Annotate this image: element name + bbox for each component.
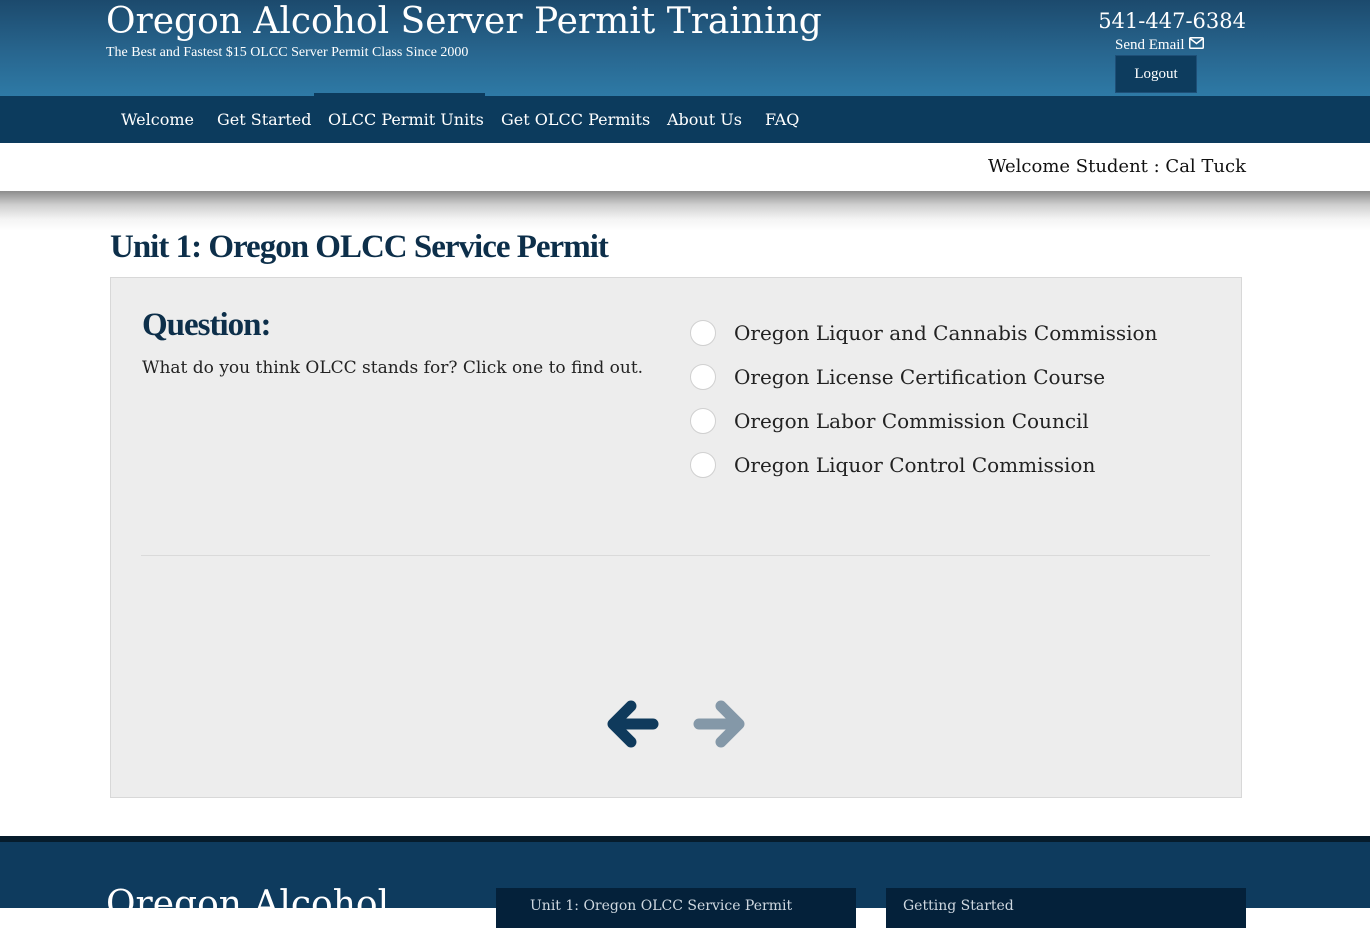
nav-item-get-started[interactable]: Get Started [217, 96, 311, 143]
answer-option-label: Oregon Labor Commission Council [734, 409, 1089, 433]
answer-option[interactable]: Oregon License Certification Course [690, 362, 1105, 392]
nav-item-faq[interactable]: FAQ [765, 96, 799, 143]
envelope-icon [1188, 37, 1204, 54]
arrow-right-icon[interactable] [693, 694, 749, 754]
answer-option[interactable]: Oregon Labor Commission Council [690, 406, 1089, 436]
question-card [110, 277, 1242, 798]
nav-item-get-olcc-permits[interactable]: Get OLCC Permits [501, 96, 650, 143]
question-text: What do you think OLCC stands for? Click… [142, 358, 644, 378]
answer-option-label: Oregon Liquor Control Commission [734, 453, 1096, 477]
unit-title: Unit 1: Oregon OLCC Service Permit [110, 229, 609, 265]
site-header: Oregon Alcohol Server Permit Training Th… [0, 0, 1370, 96]
answer-option-label: Oregon License Certification Course [734, 365, 1106, 389]
answer-option[interactable]: Oregon Liquor Control Commission [690, 450, 1095, 480]
nav-item-olcc-permit-units[interactable]: OLCC Permit Units [328, 96, 484, 143]
arrow-left-icon[interactable] [603, 694, 659, 754]
welcome-student-text: Welcome Student : Cal Tuck [987, 156, 1246, 177]
logout-button[interactable]: Logout [1115, 55, 1197, 93]
nav-active-indicator [314, 93, 485, 96]
card-divider [141, 555, 1210, 556]
send-email-label: Send Email [1115, 37, 1185, 53]
nav-item-welcome[interactable]: Welcome [121, 96, 194, 143]
radio-button[interactable] [690, 320, 716, 346]
answer-option[interactable]: Oregon Liquor and Cannabis Commission [690, 318, 1157, 348]
footer-title: Oregon Alcohol [106, 884, 390, 925]
radio-button[interactable] [690, 408, 716, 434]
radio-button[interactable] [690, 364, 716, 390]
footer-getting-started-text: Getting Started [903, 898, 1014, 914]
phone-number[interactable]: 541-447-6384 [1098, 9, 1246, 33]
site-title[interactable]: Oregon Alcohol Server Permit Training [106, 0, 822, 44]
radio-button[interactable] [690, 452, 716, 478]
nav-item-about-us[interactable]: About Us [667, 96, 742, 143]
send-email-link[interactable]: Send Email [1115, 37, 1204, 54]
footer-unit-box-text: Unit 1: Oregon OLCC Service Permit [530, 898, 793, 914]
site-tagline: The Best and Fastest $15 OLCC Server Per… [106, 45, 469, 60]
question-heading: Question: [142, 307, 272, 343]
shadow-divider [0, 191, 1370, 231]
answer-option-label: Oregon Liquor and Cannabis Commission [734, 321, 1158, 345]
main-nav: Welcome Get Started OLCC Permit Units Ge… [0, 96, 1370, 143]
